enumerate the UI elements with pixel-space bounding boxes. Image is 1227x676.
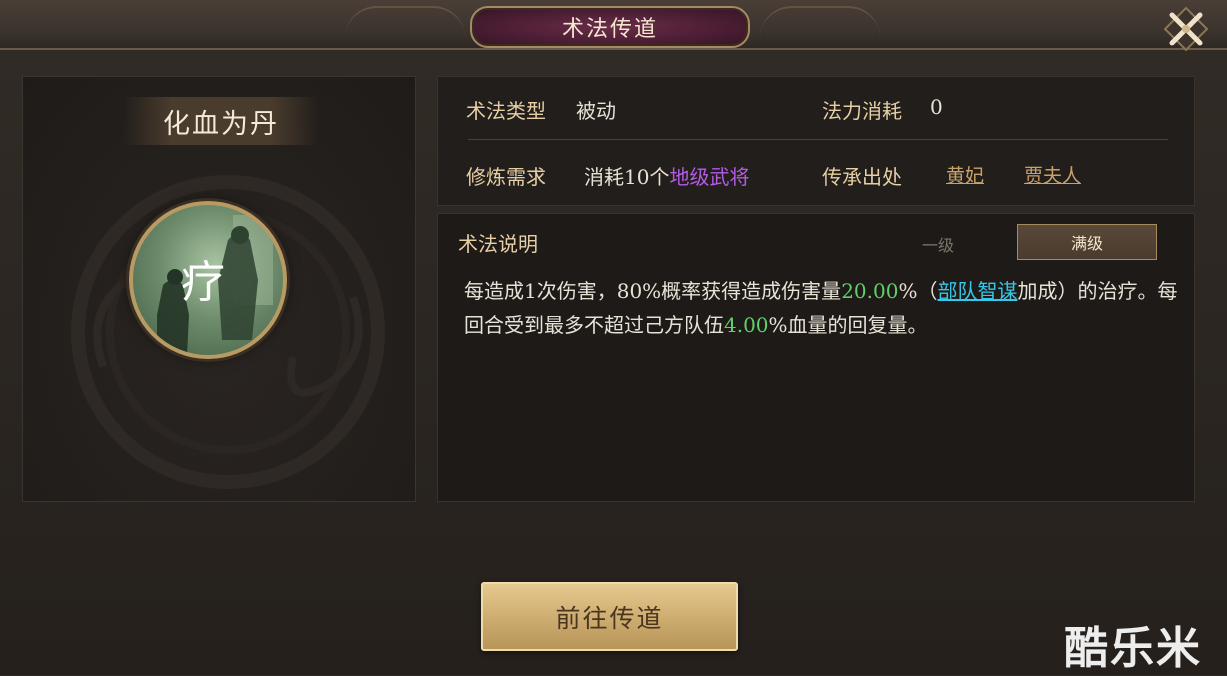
requirement-value: 消耗10个地级武将 (584, 161, 749, 190)
skill-name: 化血为丹 (123, 97, 319, 145)
requirement-highlight: 地级武将 (669, 165, 750, 189)
skill-info-panel: 术法类型 被动 法力消耗 0 修炼需求 消耗10个地级武将 传承出处 黄妃 贾夫… (437, 76, 1195, 206)
source-label: 传承出处 (822, 165, 902, 189)
window-title: 术法传道 (470, 6, 750, 48)
healing-skill-icon: 疗 (129, 201, 287, 359)
desc-part-1: 每造成1次伤害，80%概率获得造成伤害量 (464, 279, 842, 303)
requirement-label: 修炼需求 (466, 165, 546, 189)
source-link-2[interactable]: 贾夫人 (1024, 161, 1081, 188)
requirement-prefix: 消耗10个 (584, 165, 670, 189)
desc-part-2: %（ (898, 279, 938, 303)
watermark: 酷乐米 (1064, 623, 1202, 674)
desc-stat-link[interactable]: 部队智谋 (937, 279, 1017, 303)
description-title: 术法说明 (458, 232, 538, 256)
mana-value: 0 (930, 95, 943, 119)
source-link-1[interactable]: 黄妃 (946, 161, 984, 188)
mana-label: 法力消耗 (822, 99, 902, 123)
close-x-icon (1163, 6, 1209, 52)
tab-level-1[interactable]: 一级 (898, 228, 978, 260)
description-text: 每造成1次伤害，80%概率获得造成伤害量20.00%（部队智谋加成）的治疗。每回… (464, 274, 1179, 342)
skill-description-panel: 术法说明 一级 满级 每造成1次伤害，80%概率获得造成伤害量20.00%（部队… (437, 213, 1195, 502)
type-label: 术法类型 (466, 99, 546, 123)
divider (468, 139, 1168, 140)
skill-art: 疗 (157, 215, 273, 355)
desc-value-2: 4.00 (724, 313, 769, 337)
type-value: 被动 (576, 99, 616, 123)
skill-portrait-panel: 化血为丹 疗 (22, 76, 416, 502)
ornament-right (760, 6, 880, 38)
desc-value-1: 20.00 (841, 279, 899, 303)
tab-max-level[interactable]: 满级 (1017, 224, 1157, 260)
go-teach-button[interactable]: 前往传道 (481, 582, 738, 651)
ornament-left (345, 6, 465, 38)
close-button[interactable] (1163, 6, 1209, 52)
desc-part-4: %血量的回复量。 (768, 313, 928, 337)
skill-glyph: 疗 (181, 257, 225, 308)
